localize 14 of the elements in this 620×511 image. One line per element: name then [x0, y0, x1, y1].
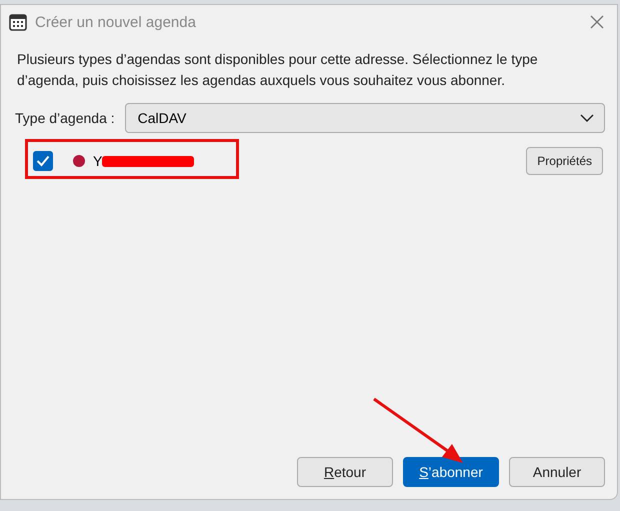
cancel-button[interactable]: Annuler: [509, 457, 605, 487]
window-title: Créer un nouvel agenda: [35, 14, 197, 30]
close-icon[interactable]: [590, 15, 604, 29]
description-text: Plusieurs types d’agendas sont disponibles pour cette adresse. Sélectionnez le type d’agenda, puis choisissez les agendas auxquels vous souhaitez vous abonner.: [17, 50, 539, 90]
subscribe-button[interactable]: S’abonner: [403, 457, 499, 487]
field-label: Type d’agenda :: [15, 110, 115, 126]
checkbox[interactable]: [33, 151, 53, 171]
calendar-name: Y: [93, 153, 102, 169]
calendar-type-dropdown[interactable]: CalDAV: [124, 103, 605, 133]
back-button[interactable]: Retour: [297, 457, 393, 487]
properties-button[interactable]: Propriétés: [526, 147, 603, 175]
calendar-icon: [9, 13, 27, 31]
checkmark-icon: [36, 155, 50, 167]
chevron-icon: [580, 114, 594, 122]
